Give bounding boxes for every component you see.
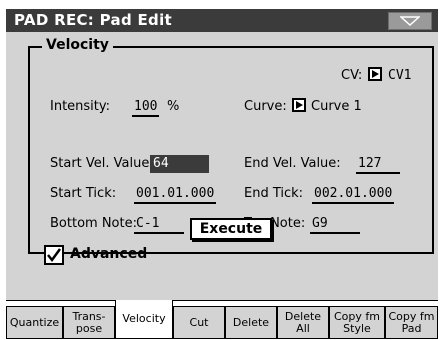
bottom-note-value[interactable]: C-1 <box>134 216 184 234</box>
advanced-checkbox[interactable] <box>44 245 64 265</box>
tab-transpose[interactable]: Trans- pose <box>63 306 115 339</box>
start-vel-value-field[interactable]: 64 <box>150 155 209 173</box>
end-tick-label: End Tick: <box>244 186 304 201</box>
title-bar: PAD REC: Pad Edit <box>6 9 438 32</box>
start-tick-label: Start Tick: <box>50 186 117 201</box>
top-note-value[interactable]: G9 <box>310 216 360 234</box>
start-vel-label: Start Vel. Value: <box>50 156 154 171</box>
start-tick-value[interactable]: 001.01.000 <box>134 186 217 204</box>
end-vel-value[interactable]: 127 <box>356 156 400 174</box>
curve-value[interactable]: Curve 1 <box>311 99 362 114</box>
cv-selector[interactable] <box>368 67 382 81</box>
intensity-unit: % <box>167 99 180 114</box>
execute-button[interactable]: Execute <box>190 218 272 240</box>
tab-velocity[interactable]: Velocity <box>115 300 173 339</box>
tab-copy-from-pad[interactable]: Copy fm Pad <box>385 306 438 339</box>
chevron-down-icon <box>400 16 420 26</box>
page-menu-button[interactable] <box>388 12 432 30</box>
tab-cut[interactable]: Cut <box>173 306 225 339</box>
tab-delete-all[interactable]: Delete All <box>277 306 329 339</box>
end-vel-label: End Vel. Value: <box>244 156 341 171</box>
intensity-value[interactable]: 100 <box>132 99 160 117</box>
pad-edit-screen: PAD REC: Pad Edit Velocity CV: CV1 Inten… <box>0 0 442 340</box>
tab-copy-from-style[interactable]: Copy fm Style <box>329 306 385 339</box>
curve-label: Curve: <box>244 99 287 114</box>
bottom-note-label: Bottom Note: <box>50 216 137 231</box>
cv-label: CV: <box>341 68 363 83</box>
advanced-label: Advanced <box>70 246 148 262</box>
window-title: PAD REC: Pad Edit <box>14 11 172 29</box>
checkmark-icon <box>47 248 62 263</box>
tab-delete[interactable]: Delete <box>225 306 277 339</box>
intensity-label: Intensity: <box>50 99 111 114</box>
tab-bar-divider <box>6 300 438 301</box>
end-tick-value[interactable]: 002.01.000 <box>312 186 395 204</box>
velocity-section-title: Velocity <box>42 37 113 53</box>
tab-quantize[interactable]: Quantize <box>6 306 63 339</box>
cv-value[interactable]: CV1 <box>388 68 411 83</box>
play-triangle-icon <box>296 101 303 109</box>
play-triangle-icon <box>372 70 379 78</box>
start-vel-value: 64 <box>153 156 169 171</box>
curve-selector[interactable] <box>292 98 306 112</box>
